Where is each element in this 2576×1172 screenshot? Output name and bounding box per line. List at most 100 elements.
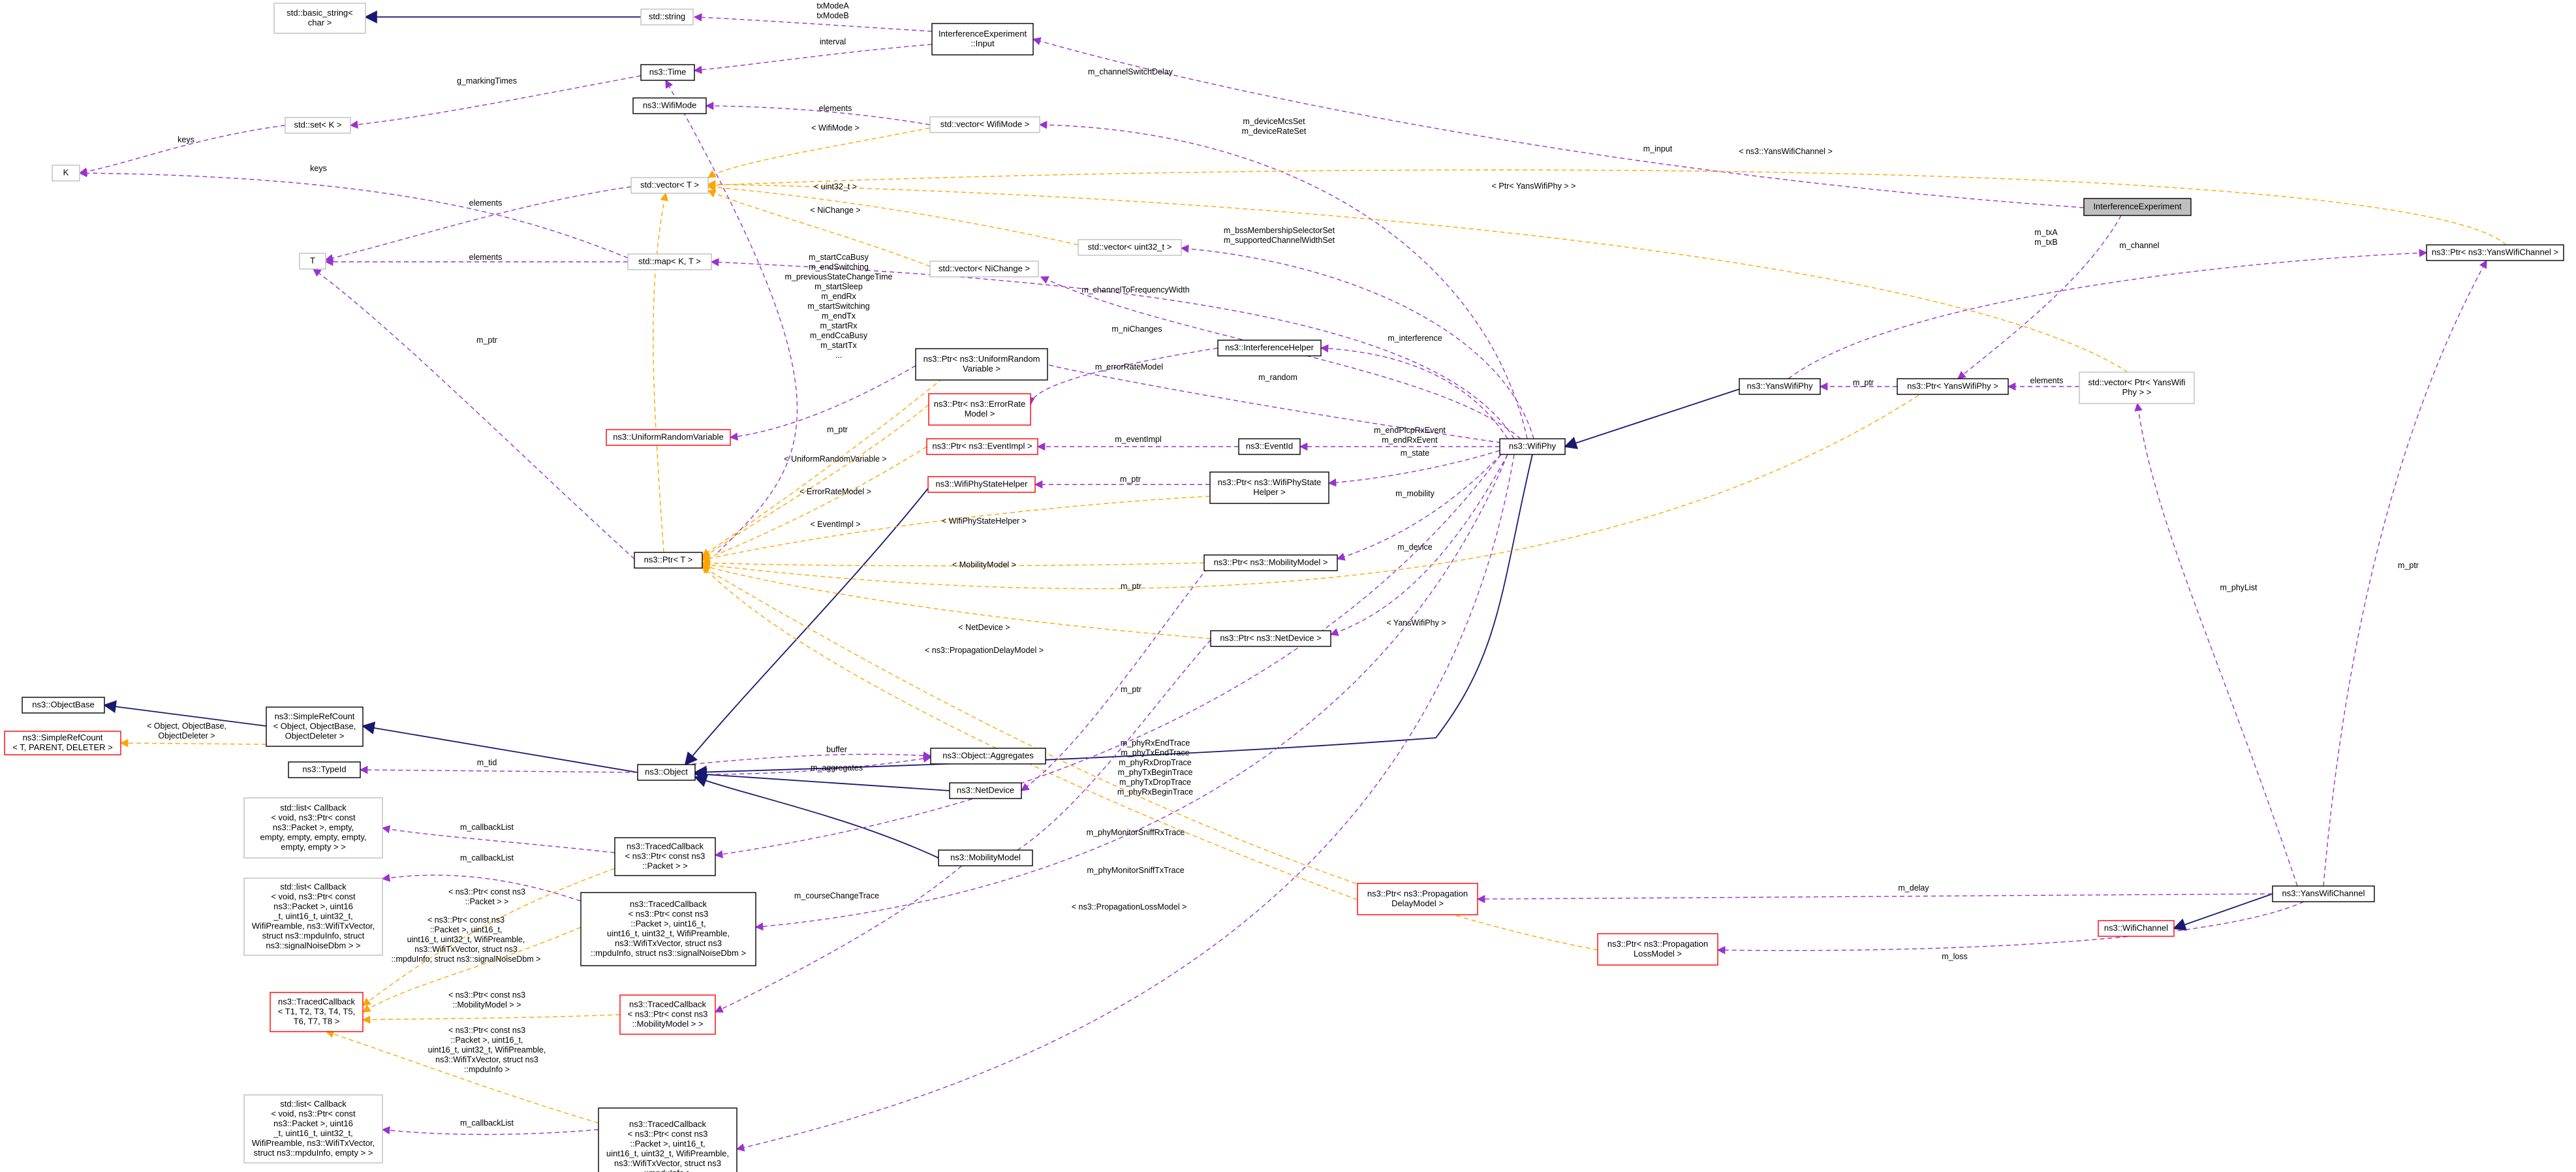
edge-label-text: m_callbackList	[460, 823, 514, 832]
node-ptr-errorrate[interactable]: ns3::Ptr< ns3::ErrorRateModel >	[928, 393, 1031, 426]
edge-label-text: keys	[310, 164, 327, 173]
node-vector-uint32[interactable]: std::vector< uint32_t >	[1078, 239, 1182, 256]
node-ptr-t[interactable]: ns3::Ptr< T >	[634, 552, 703, 569]
node-vector-t[interactable]: std::vector< T >	[630, 177, 709, 194]
edge-label-elements-map: elements	[469, 253, 503, 262]
edge-label-m-bss: m_bssMembershipSelectorSetm_supportedCha…	[1224, 226, 1335, 245]
node-wifiphy[interactable]: ns3::WifiPhy	[1499, 438, 1566, 455]
node-vector-ptr-yanswifiphy[interactable]: std::vector< Ptr< YansWifiPhy > >	[2079, 372, 2195, 404]
edge-usage	[359, 765, 638, 774]
node-list-callback-packet[interactable]: std::list< Callback< void, ns3::Ptr< con…	[243, 797, 383, 859]
node-t[interactable]: T	[299, 253, 326, 270]
node-vector-nichange[interactable]: std::vector< NiChange >	[929, 261, 1039, 277]
edge-label-m-callbacklist-2: m_callbackList	[460, 853, 514, 863]
node-mobilitymodel[interactable]: ns3::MobilityModel	[938, 849, 1033, 866]
node-objectbase[interactable]: ns3::ObjectBase	[22, 697, 105, 714]
node-basic-string[interactable]: std::basic_string<char >	[273, 3, 366, 34]
node-label: < ns3::Ptr< const ns3	[625, 851, 706, 861]
node-label: T	[310, 256, 315, 266]
edge-label-tmpl-signal: < ns3::Ptr< const ns3::Packet >, uint16_…	[392, 915, 541, 964]
node-ptr-netdevice[interactable]: ns3::Ptr< ns3::NetDevice >	[1210, 630, 1331, 647]
edge-template	[707, 183, 1079, 245]
edge-label-tmpl-yanswifichannel: < ns3::YansWifiChannel >	[1739, 147, 1833, 156]
node-list-callback-signal[interactable]: std::list< Callback< void, ns3::Ptr< con…	[243, 878, 383, 956]
node-interference-experiment[interactable]: InterferenceExperiment	[2083, 198, 2192, 216]
node-traced-mobility[interactable]: ns3::TracedCallback< ns3::Ptr< const ns3…	[619, 994, 716, 1035]
edge-label-text: m_ptr	[1121, 582, 1141, 591]
node-label: std::vector< WifiMode >	[940, 119, 1030, 129]
node-label: ns3::WifiMode	[643, 101, 696, 110]
node-traced-mpdu[interactable]: ns3::TracedCallback< ns3::Ptr< const ns3…	[598, 1107, 737, 1172]
edge-label-text: m_phyRxDropTrace	[1119, 758, 1191, 767]
node-label: std::list< Callback	[280, 803, 347, 813]
node-ptr-wifiphystatehelper[interactable]: ns3::Ptr< ns3::WifiPhyStateHelper >	[1209, 471, 1329, 504]
node-object[interactable]: ns3::Object	[637, 764, 696, 781]
edge-label-text: m_startRx	[820, 321, 858, 330]
edge-usage	[736, 454, 1515, 1152]
node-traced-signal[interactable]: ns3::TracedCallback< ns3::Ptr< const ns3…	[580, 892, 756, 966]
edge-label-elements-wifimode: elements	[819, 104, 852, 113]
node-set-k[interactable]: std::set< K >	[285, 117, 351, 134]
edge-label-keys-set: keys	[178, 135, 194, 144]
node-label: < void, ns3::Ptr< const	[271, 1109, 356, 1118]
node-simplerefcount-t[interactable]: ns3::SimpleRefCount< T, PARENT, DELETER …	[4, 731, 121, 755]
node-ie-input[interactable]: InterferenceExperiment::Input	[931, 23, 1034, 55]
node-label: ns3::InterferenceHelper	[1225, 343, 1314, 353]
node-wifiphystatehelper[interactable]: ns3::WifiPhyStateHelper	[927, 476, 1036, 493]
node-label: ::mpduInfo >	[644, 1168, 692, 1172]
node-label: empty, empty > >	[281, 842, 345, 852]
node-ptr-urv[interactable]: ns3::Ptr< ns3::UniformRandomVariable >	[915, 348, 1048, 381]
node-simplerefcount-obj[interactable]: ns3::SimpleRefCount< Object, ObjectBase,…	[266, 706, 364, 747]
node-label: std::basic_string<	[287, 8, 353, 18]
node-ns3-time[interactable]: ns3::Time	[640, 64, 695, 81]
node-eventid[interactable]: ns3::EventId	[1238, 438, 1301, 455]
edge-inheritance	[694, 768, 950, 791]
node-wifichannel[interactable]: ns3::WifiChannel	[2098, 920, 2175, 937]
node-std-string[interactable]: std::string	[640, 8, 694, 25]
edge-template	[701, 496, 1211, 563]
node-label: InterferenceExperiment	[939, 29, 1027, 39]
edge-label-text: m_phyMonitorSniffRxTrace	[1087, 828, 1185, 837]
edge-usage	[78, 125, 286, 176]
edge-label-interval: interval	[820, 37, 846, 46]
node-label: < T, PARENT, DELETER >	[12, 742, 112, 752]
edge-label-text: m_phyTxBeginTrace	[1118, 768, 1193, 777]
node-yanswifichannel[interactable]: ns3::YansWifiChannel	[2272, 885, 2375, 902]
edge-template	[119, 738, 267, 748]
edge-usage	[1476, 893, 2273, 904]
node-uniformrandomvariable[interactable]: ns3::UniformRandomVariable	[606, 429, 731, 446]
node-typeid[interactable]: ns3::TypeId	[288, 761, 361, 778]
edge-label-tmpl-ptr-yanswifiphy: < Ptr< YansWifiPhy > >	[1492, 182, 1576, 191]
edge-usage	[1027, 347, 1218, 406]
edge-label-m-endplcp: m_endPlcpRxEventm_endRxEvent	[1374, 426, 1446, 445]
edge-label-text: < Ptr< YansWifiPhy > >	[1492, 182, 1576, 191]
node-yanswifiphy[interactable]: ns3::YansWifiPhy	[1739, 378, 1821, 395]
node-interference-helper[interactable]: ns3::InterferenceHelper	[1217, 340, 1322, 356]
edge-template	[707, 169, 2507, 245]
node-k[interactable]: K	[52, 165, 80, 182]
node-label: ::Packet >, uint16_t,	[630, 919, 706, 928]
node-ptr-eventimpl[interactable]: ns3::Ptr< ns3::EventImpl >	[926, 438, 1038, 455]
edge-label-text: < UniformRandomVariable >	[784, 454, 886, 464]
node-traced-packet[interactable]: ns3::TracedCallback< ns3::Ptr< const ns3…	[614, 837, 716, 876]
node-vector-wifimode[interactable]: std::vector< WifiMode >	[929, 116, 1040, 133]
node-ptr-yanswifichannel[interactable]: ns3::Ptr< ns3::YansWifiChannel >	[2426, 244, 2564, 261]
node-ptr-yanswifiphy[interactable]: ns3::Ptr< YansWifiPhy >	[1897, 378, 2009, 395]
node-list-callback-mpdu[interactable]: std::list< Callback< void, ns3::Ptr< con…	[243, 1094, 383, 1164]
node-label: InterferenceExperiment	[2093, 202, 2182, 212]
node-ptr-proploss[interactable]: ns3::Ptr< ns3::PropagationLossModel >	[1597, 933, 1718, 966]
node-aggregates[interactable]: ns3::Object::Aggregates	[930, 748, 1046, 765]
edge-label-text: m_delay	[1898, 883, 1929, 893]
node-label: < ns3::Ptr< const ns3	[628, 1129, 708, 1139]
edge-label-text: < MobilityModel >	[952, 560, 1016, 569]
node-ptr-mobilitymodel[interactable]: ns3::Ptr< ns3::MobilityModel >	[1203, 554, 1338, 571]
edge-label-tmpl-yanswifiphy: < YansWifiPhy >	[1386, 618, 1446, 627]
edge-label-text: m_startCcaBusy	[809, 253, 869, 262]
node-ptr-propdelay[interactable]: ns3::Ptr< ns3::PropagationDelayModel >	[1357, 883, 1478, 915]
node-traced-generic[interactable]: ns3::TracedCallback< T1, T2, T3, T4, T5,…	[270, 992, 364, 1032]
node-map-kt[interactable]: std::map< K, T >	[627, 253, 712, 270]
edge-label-text: buffer	[826, 745, 847, 754]
node-netdevice[interactable]: ns3::NetDevice	[949, 782, 1022, 799]
edge-label-text: m_endRx	[821, 292, 856, 301]
node-wifimode[interactable]: ns3::WifiMode	[632, 97, 707, 114]
